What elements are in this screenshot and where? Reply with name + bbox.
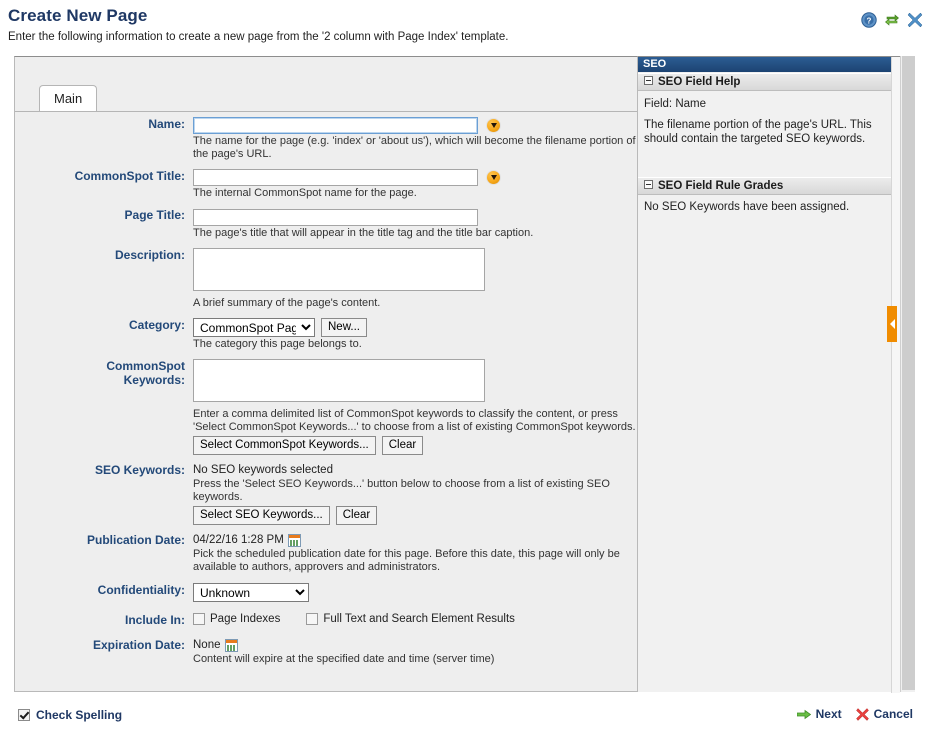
dialog-scrollbar[interactable] — [900, 56, 915, 692]
commonspot-keywords-hint: Enter a comma delimited list of CommonSp… — [193, 408, 636, 433]
commonspot-title-hint: The internal CommonSpot name for the pag… — [193, 187, 417, 199]
cancel-label: Cancel — [873, 707, 913, 721]
new-category-button[interactable]: New... — [321, 318, 367, 337]
dialog-footer: Check Spelling Next Cancel — [0, 700, 929, 732]
commonspot-keywords-label-line1: CommonSpot — [106, 359, 185, 373]
dialog-body: Main Name: The name for the page (e.g. '… — [14, 56, 915, 693]
field-row-publication-date: Publication Date: 04/22/16 1:28 PM Pick … — [15, 533, 637, 574]
field-row-name: Name: The name for the page (e.g. 'index… — [15, 117, 637, 161]
cancel-x-icon — [855, 707, 869, 721]
expiration-date-hint: Content will expire at the specified dat… — [193, 653, 495, 665]
select-seo-keywords-button[interactable]: Select SEO Keywords... — [193, 506, 330, 525]
svg-text:?: ? — [867, 16, 872, 25]
checkbox-page-indexes[interactable] — [193, 613, 205, 625]
commonspot-title-input[interactable] — [193, 169, 478, 186]
name-hint: The name for the page (e.g. 'index' or '… — [193, 135, 636, 160]
page-title-hint: The page's title that will appear in the… — [193, 227, 534, 239]
next-label: Next — [815, 707, 842, 721]
next-button[interactable]: Next — [796, 707, 842, 721]
seo-keywords-label: SEO Keywords: — [94, 463, 185, 477]
seo-field-help-heading: SEO Field Help — [658, 76, 741, 88]
field-row-seo-keywords: SEO Keywords: No SEO keywords selected P… — [15, 463, 637, 525]
page-subtitle: Enter the following information to creat… — [8, 31, 509, 43]
field-row-include-in: Include In: Page Indexes Full Text and S… — [15, 613, 637, 627]
collapse-minus-icon[interactable] — [644, 76, 653, 85]
select-commonspot-keywords-button[interactable]: Select CommonSpot Keywords... — [193, 436, 376, 455]
seo-keywords-hint: Press the 'Select SEO Keywords...' butto… — [193, 478, 610, 503]
seo-field-help-field-line: Field: Name — [644, 98, 706, 110]
publication-date-label: Publication Date: — [86, 533, 185, 547]
seo-field-rule-grades-body: No SEO Keywords have been assigned. — [644, 201, 850, 213]
expiration-date-label: Expiration Date: — [92, 638, 185, 652]
checkbox-full-text-search-label: Full Text and Search Element Results — [323, 613, 515, 625]
commonspot-keywords-label: CommonSpot Keywords: — [15, 359, 193, 387]
publication-date-calendar-icon[interactable] — [287, 533, 301, 547]
include-in-label: Include In: — [125, 613, 185, 627]
category-label: Category: — [128, 318, 185, 332]
collapse-minus-icon[interactable] — [644, 180, 653, 189]
name-label: Name: — [148, 117, 185, 131]
field-row-description: Description: A brief summary of the page… — [15, 248, 637, 310]
tab-strip: Main — [15, 85, 637, 112]
field-row-commonspot-keywords: CommonSpot Keywords: Enter a comma delim… — [15, 359, 637, 455]
confidentiality-label: Confidentiality: — [97, 583, 185, 597]
clear-seo-keywords-button[interactable]: Clear — [335, 506, 378, 525]
description-textarea[interactable] — [193, 248, 485, 291]
dialog-header: Create New Page Enter the following info… — [0, 0, 929, 50]
seo-field-help-header[interactable]: SEO Field Help — [638, 73, 891, 91]
tab-underline — [15, 111, 637, 112]
field-row-page-title: Page Title: The page's title that will a… — [15, 208, 637, 240]
commonspot-keywords-label-line2: Keywords: — [123, 373, 185, 387]
expiration-date-calendar-icon[interactable] — [224, 638, 238, 652]
seo-field-rule-grades-heading: SEO Field Rule Grades — [658, 180, 784, 192]
seo-keywords-status: No SEO keywords selected — [193, 464, 333, 476]
header-icon-group: ? — [861, 12, 923, 28]
refresh-icon[interactable] — [884, 12, 900, 28]
page-title-label: Page Title: — [124, 208, 185, 222]
category-select[interactable]: CommonSpot Pages — [193, 318, 315, 337]
seo-panel-title: SEO — [638, 57, 891, 72]
footer-actions: Next Cancel — [796, 707, 913, 721]
clear-commonspot-keywords-button[interactable]: Clear — [381, 436, 424, 455]
seo-panel-scrollbar[interactable] — [891, 57, 900, 693]
scrollbar-thumb[interactable] — [902, 56, 915, 690]
checkbox-page-indexes-label: Page Indexes — [210, 613, 281, 625]
field-row-commonspot-title: CommonSpot Title: The internal CommonSpo… — [15, 169, 637, 200]
check-spelling-checkbox[interactable] — [18, 709, 30, 721]
help-icon[interactable]: ? — [861, 12, 877, 28]
description-hint: A brief summary of the page's content. — [193, 297, 381, 309]
create-new-page-dialog: Create New Page Enter the following info… — [0, 0, 929, 732]
form-panel: Main Name: The name for the page (e.g. '… — [14, 56, 638, 692]
publication-date-hint: Pick the scheduled publication date for … — [193, 548, 620, 573]
checkbox-full-text-search[interactable] — [306, 613, 319, 625]
commonspot-title-required-indicator-icon[interactable] — [486, 170, 501, 185]
tab-main[interactable]: Main — [39, 85, 98, 111]
field-row-confidentiality: Confidentiality: Unknown — [15, 583, 637, 602]
check-spelling-control[interactable]: Check Spelling — [18, 708, 122, 722]
cancel-button[interactable]: Cancel — [855, 707, 913, 721]
expiration-date-value[interactable]: None — [193, 638, 221, 652]
description-label: Description: — [114, 248, 185, 262]
form-fields: Name: The name for the page (e.g. 'index… — [15, 117, 637, 666]
seo-field-rule-grades-header[interactable]: SEO Field Rule Grades — [638, 177, 891, 195]
seo-panel: SEO SEO Field Help Field: Name The filen… — [638, 56, 900, 693]
check-spelling-label: Check Spelling — [36, 708, 123, 722]
commonspot-keywords-textarea[interactable] — [193, 359, 485, 402]
close-icon[interactable] — [907, 12, 923, 28]
publication-date-value[interactable]: 04/22/16 1:28 PM — [193, 533, 284, 547]
field-row-category: Category: CommonSpot Pages New... The ca… — [15, 318, 637, 351]
page-title-input[interactable] — [193, 208, 478, 226]
category-hint: The category this page belongs to. — [193, 338, 362, 350]
name-required-indicator-icon[interactable] — [486, 118, 501, 133]
field-row-expiration-date: Expiration Date: None Content will expir… — [15, 638, 637, 666]
page-title: Create New Page — [8, 6, 148, 25]
commonspot-title-label: CommonSpot Title: — [74, 169, 185, 183]
confidentiality-select[interactable]: Unknown — [193, 583, 309, 602]
arrow-right-icon — [796, 709, 811, 719]
panel-collapse-handle[interactable] — [887, 306, 897, 342]
name-input[interactable] — [193, 117, 478, 134]
seo-field-help-body: The filename portion of the page's URL. … — [644, 119, 872, 145]
